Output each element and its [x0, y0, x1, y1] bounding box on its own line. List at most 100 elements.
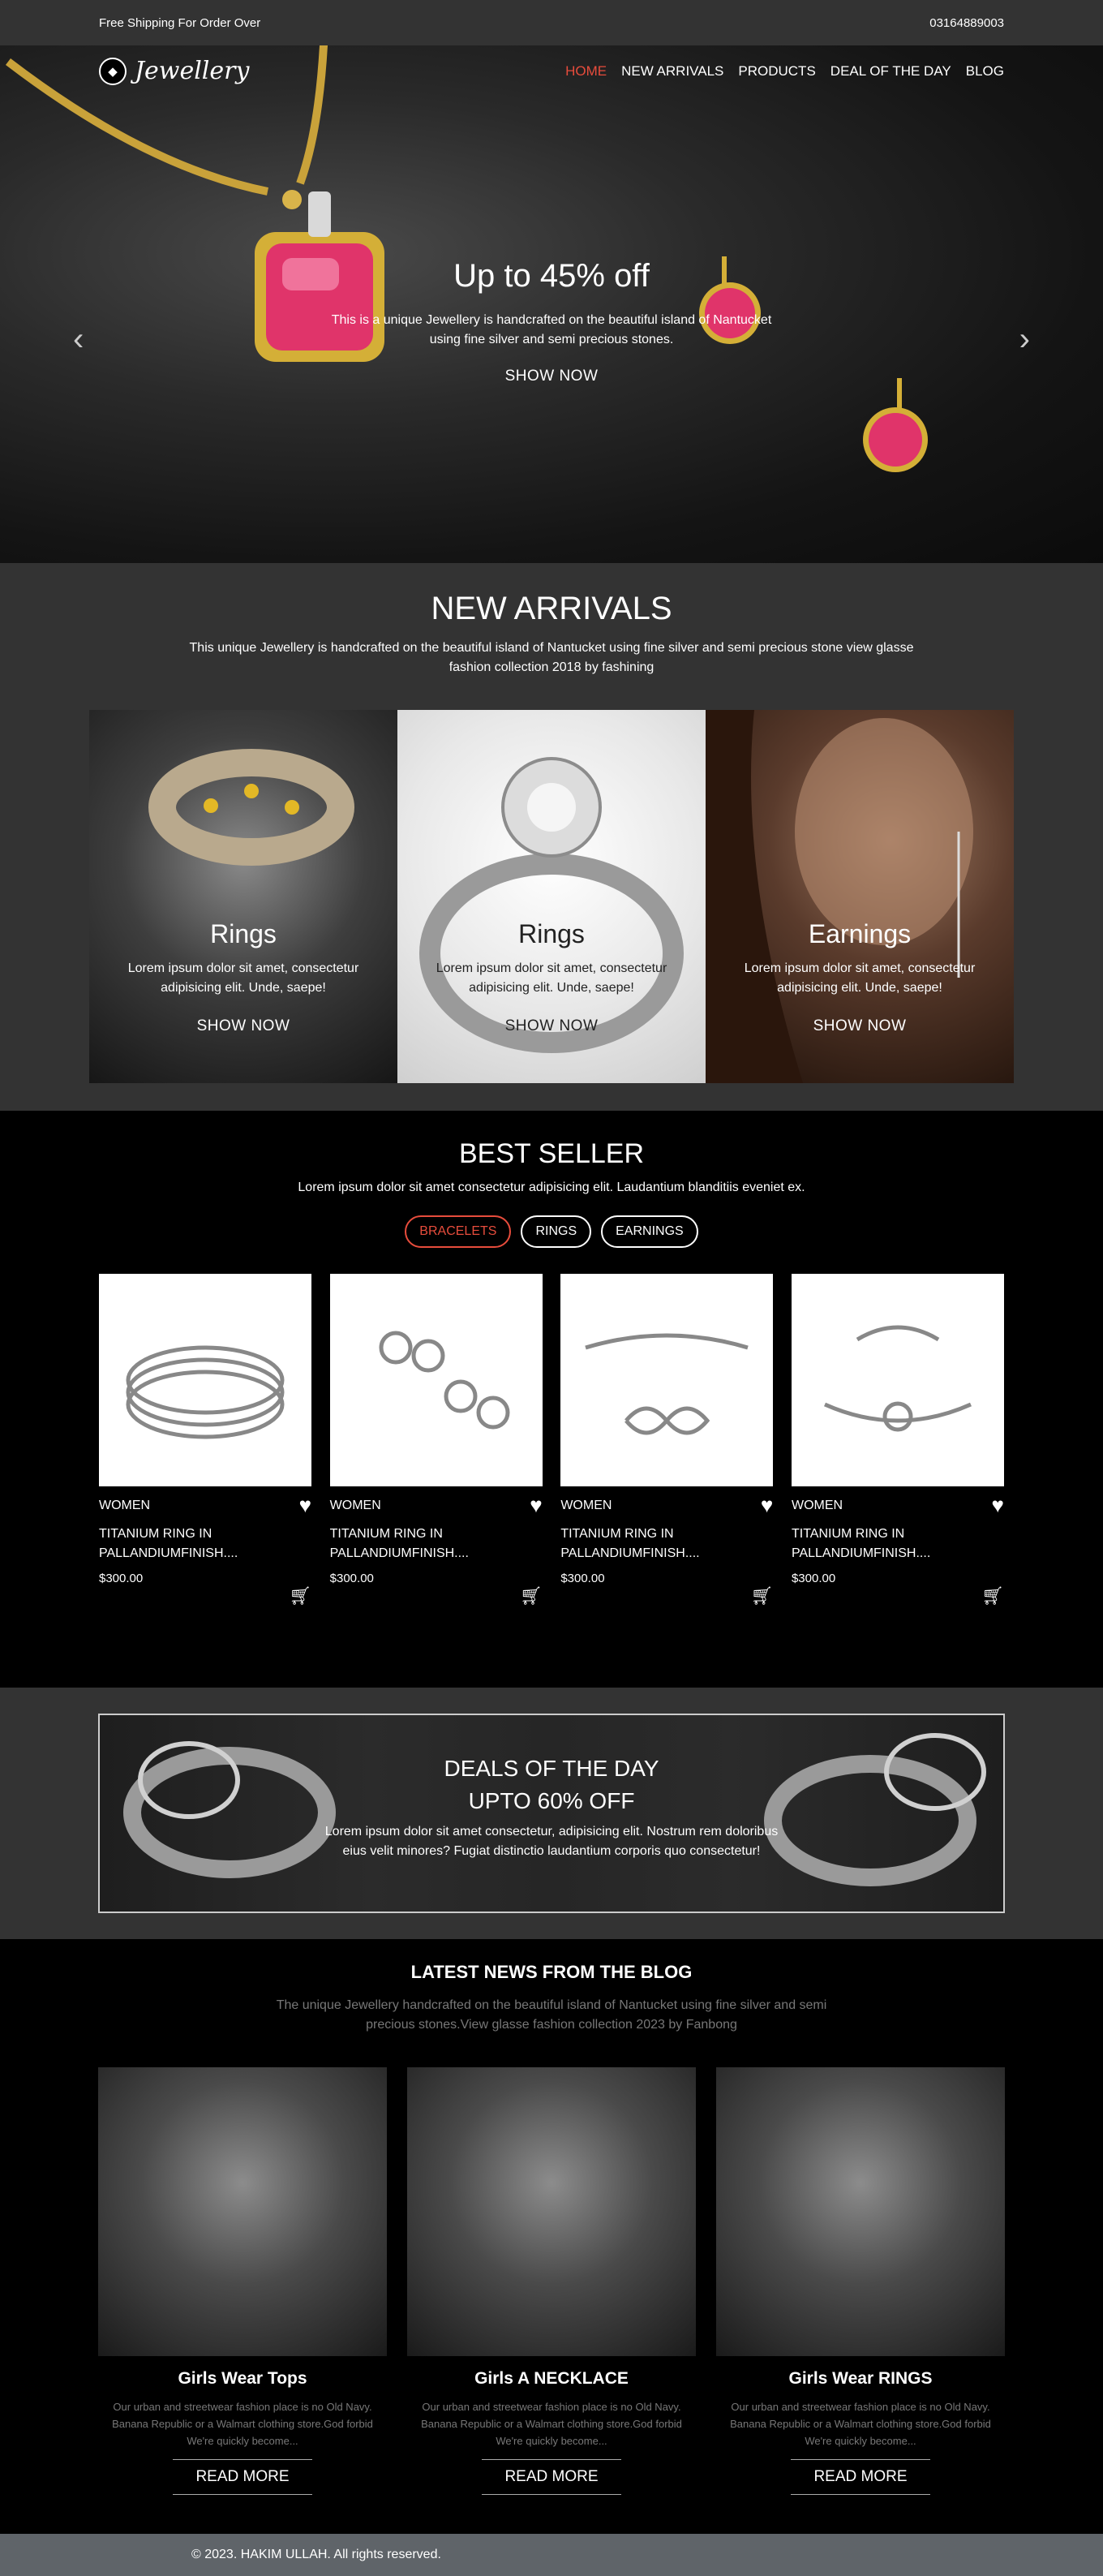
- footer: © 2023. HAKIM ULLAH. All rights reserved…: [0, 2534, 1103, 2576]
- arrival-card-earnings[interactable]: Earnings Lorem ipsum dolor sit amet, con…: [706, 710, 1014, 1083]
- product-grid: WOMEN ♥ TITANIUM RING IN PALLANDIUMFINIS…: [99, 1274, 1004, 1606]
- section-subtitle: The unique Jewellery handcrafted on the …: [276, 1998, 827, 2032]
- filter-earnings[interactable]: EARNINGS: [601, 1215, 698, 1248]
- nav-products[interactable]: PRODUCTS: [738, 63, 815, 80]
- blog-post-excerpt: Our urban and streetwear fashion place i…: [730, 2401, 991, 2447]
- blog-posts: Girls Wear Tops Our urban and streetwear…: [98, 2067, 1005, 2495]
- product-card[interactable]: WOMEN ♥ TITANIUM RING IN PALLANDIUMFINIS…: [99, 1274, 311, 1606]
- blog-post-excerpt: Our urban and streetwear fashion place i…: [421, 2401, 682, 2447]
- diamond-icon: ◆: [99, 57, 127, 85]
- section-subtitle: Lorem ipsum dolor sit amet consectetur a…: [298, 1180, 805, 1194]
- logo-text: Jewellery: [135, 57, 250, 85]
- card-shop-now-button[interactable]: SHOW NOW: [706, 1017, 1014, 1035]
- read-more-button[interactable]: READ MORE: [173, 2459, 312, 2495]
- section-title: BEST SELLER: [458, 1138, 645, 1169]
- blog-post-title[interactable]: Girls Wear RINGS: [716, 2369, 1005, 2389]
- product-price: $300.00: [329, 1572, 374, 1585]
- blog-post-title[interactable]: Girls A NECKLACE: [407, 2369, 696, 2389]
- product-image[interactable]: [560, 1274, 774, 1486]
- blog-post-excerpt: Our urban and streetwear fashion place i…: [112, 2401, 373, 2447]
- nav-new-arrivals[interactable]: NEW ARRIVALS: [621, 63, 723, 80]
- hero-banner: ◆ Jewellery HOME NEW ARRIVALS PRODUCTS D…: [0, 45, 1103, 563]
- pink-earring-image-2: [863, 378, 928, 472]
- section-subtitle: This unique Jewellery is handcrafted on …: [189, 641, 914, 674]
- card-text: Lorem ipsum dolor sit amet, consectetur …: [744, 961, 976, 995]
- blog-post: Girls A NECKLACE Our urban and streetwea…: [407, 2067, 696, 2495]
- nav-menu: HOME NEW ARRIVALS PRODUCTS DEAL OF THE D…: [565, 63, 1004, 80]
- product-name[interactable]: TITANIUM RING IN PALLANDIUMFINISH....: [792, 1525, 1004, 1563]
- nav-home[interactable]: HOME: [565, 63, 607, 80]
- product-image[interactable]: [329, 1274, 543, 1486]
- bracelet-image: [148, 749, 354, 866]
- product-price: $300.00: [791, 1572, 836, 1585]
- cart-icon[interactable]: 🛒︎: [792, 1585, 1004, 1606]
- hero-title: Up to 45% off: [453, 258, 650, 294]
- card-shop-now-button[interactable]: SHOW NOW: [89, 1017, 397, 1035]
- new-arrivals-section: NEW ARRIVALS This unique Jewellery is ha…: [0, 563, 1103, 1111]
- nav-deal-of-the-day[interactable]: DEAL OF THE DAY: [830, 63, 951, 80]
- deals-text: Lorem ipsum dolor sit amet consectetur, …: [324, 1825, 779, 1858]
- read-more-button[interactable]: READ MORE: [482, 2459, 621, 2495]
- card-title: Rings: [210, 919, 277, 948]
- card-title: Earnings: [808, 919, 912, 948]
- hero-shop-now-button[interactable]: SHOW NOW: [0, 368, 1103, 385]
- blog-post-image[interactable]: [407, 2067, 696, 2356]
- product-card[interactable]: WOMEN ♥ TITANIUM RING IN PALLANDIUMFINIS…: [329, 1274, 543, 1606]
- product-name[interactable]: TITANIUM RING IN PALLANDIUMFINISH....: [560, 1525, 773, 1563]
- product-card[interactable]: WOMEN ♥ TITANIUM RING IN PALLANDIUMFINIS…: [791, 1274, 1004, 1606]
- next-slide-arrow[interactable]: ›: [1019, 321, 1030, 358]
- filter-bracelets[interactable]: BRACELETS: [405, 1215, 512, 1248]
- product-price: $300.00: [560, 1572, 605, 1585]
- nav-blog[interactable]: BLOG: [966, 63, 1004, 80]
- heart-icon[interactable]: ♥: [992, 1493, 1004, 1518]
- copyright-text: © 2023. HAKIM ULLAH. All rights reserved…: [191, 2548, 441, 2561]
- arrival-card-rings[interactable]: Rings Lorem ipsum dolor sit amet, consec…: [89, 710, 397, 1083]
- section-title: LATEST NEWS FROM THE BLOG: [410, 1962, 693, 1982]
- arrival-card-rings-2[interactable]: Rings Lorem ipsum dolor sit amet, consec…: [397, 710, 706, 1083]
- product-category: WOMEN: [560, 1498, 612, 1512]
- blog-post-image[interactable]: [716, 2067, 1005, 2356]
- product-image[interactable]: [791, 1274, 1004, 1486]
- deals-section: DEALS OF THE DAY UPTO 60% OFF Lorem ipsu…: [0, 1688, 1103, 1939]
- product-image[interactable]: [99, 1274, 311, 1486]
- shipping-notice: Free Shipping For Order Over: [99, 15, 261, 30]
- top-bar: Free Shipping For Order Over 03164889003: [0, 0, 1103, 45]
- blog-post-title[interactable]: Girls Wear Tops: [98, 2369, 387, 2389]
- arrival-grid: Rings Lorem ipsum dolor sit amet, consec…: [89, 710, 1014, 1083]
- card-text: Lorem ipsum dolor sit amet, consectetur …: [436, 961, 667, 995]
- hero-text: This is a unique Jewellery is handcrafte…: [331, 313, 772, 346]
- product-card[interactable]: WOMEN ♥ TITANIUM RING IN PALLANDIUMFINIS…: [560, 1274, 774, 1606]
- heart-icon[interactable]: ♥: [530, 1493, 542, 1518]
- card-title: Rings: [518, 919, 585, 948]
- deals-discount: UPTO 60% OFF: [468, 1788, 635, 1813]
- prev-slide-arrow[interactable]: ‹: [73, 321, 84, 358]
- card-shop-now-button[interactable]: SHOW NOW: [397, 1017, 706, 1035]
- product-category: WOMEN: [791, 1498, 843, 1512]
- blog-post: Girls Wear Tops Our urban and streetwear…: [98, 2067, 387, 2495]
- deals-title: DEALS OF THE DAY: [444, 1756, 659, 1781]
- blog-post-image[interactable]: [98, 2067, 387, 2356]
- heart-icon[interactable]: ♥: [299, 1493, 311, 1518]
- hero-copy: Up to 45% off This is a unique Jewellery…: [0, 258, 1103, 385]
- phone-number[interactable]: 03164889003: [929, 16, 1004, 30]
- filter-tabs: BRACELETS RINGS EARNINGS: [0, 1215, 1103, 1248]
- cart-icon[interactable]: 🛒︎: [99, 1585, 311, 1606]
- heart-icon[interactable]: ♥: [761, 1493, 773, 1518]
- product-category: WOMEN: [99, 1498, 151, 1512]
- filter-rings[interactable]: RINGS: [521, 1215, 592, 1248]
- deals-banner[interactable]: DEALS OF THE DAY UPTO 60% OFF Lorem ipsu…: [98, 1714, 1005, 1913]
- cart-icon[interactable]: 🛒︎: [560, 1585, 773, 1606]
- main-nav: ◆ Jewellery HOME NEW ARRIVALS PRODUCTS D…: [99, 57, 1004, 85]
- product-name[interactable]: TITANIUM RING IN PALLANDIUMFINISH....: [330, 1525, 543, 1563]
- logo[interactable]: ◆ Jewellery: [99, 57, 249, 85]
- product-name[interactable]: TITANIUM RING IN PALLANDIUMFINISH....: [99, 1525, 311, 1563]
- blog-post: Girls Wear RINGS Our urban and streetwea…: [716, 2067, 1005, 2495]
- product-price: $300.00: [99, 1572, 144, 1585]
- blog-section: LATEST NEWS FROM THE BLOG The unique Jew…: [0, 1939, 1103, 2534]
- cart-icon[interactable]: 🛒︎: [330, 1585, 543, 1606]
- section-title: NEW ARRIVALS: [431, 591, 672, 626]
- card-text: Lorem ipsum dolor sit amet, consectetur …: [127, 961, 359, 995]
- product-category: WOMEN: [329, 1498, 381, 1512]
- read-more-button[interactable]: READ MORE: [791, 2459, 930, 2495]
- best-seller-section: BEST SELLER Lorem ipsum dolor sit amet c…: [0, 1111, 1103, 1688]
